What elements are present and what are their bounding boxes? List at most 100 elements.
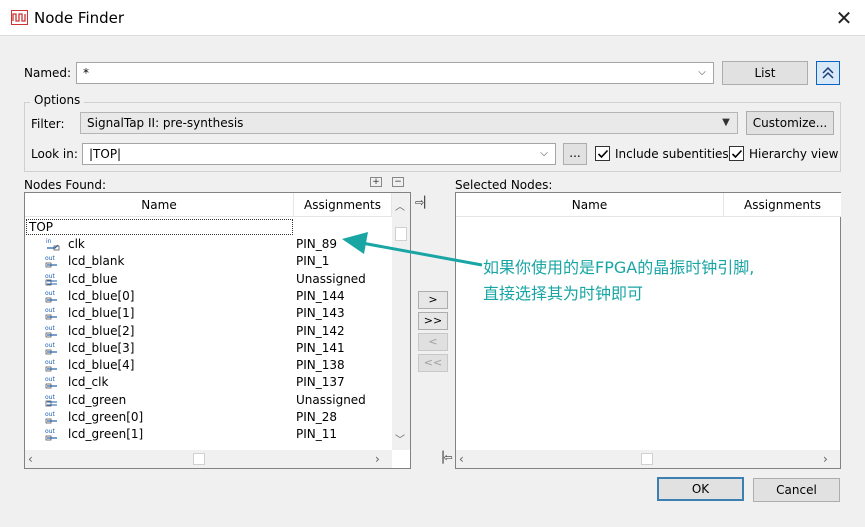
chevron-down-icon[interactable]: ⌵ — [537, 146, 551, 162]
window-title: Node Finder — [34, 9, 125, 27]
node-assignment: Unassigned — [296, 271, 366, 286]
node-name: lcd_green[0] — [68, 410, 144, 424]
checkmark-icon — [597, 149, 609, 159]
node-assignment: PIN_11 — [296, 427, 338, 442]
out-bus-icon: out — [45, 272, 61, 287]
table-row[interactable]: out lcd_blue[2] PIN_142 — [25, 323, 391, 340]
customize-button[interactable]: Customize... — [746, 111, 834, 135]
out-bus-icon: out — [45, 393, 61, 408]
lookin-value: |TOP| — [89, 147, 122, 161]
add-button[interactable]: > — [418, 291, 448, 309]
node-name: lcd_blue[2] — [68, 323, 135, 338]
title-bar: Node Finder ✕ — [0, 0, 865, 36]
annotation-line-1: 如果你使用的是FPGA的晶振时钟引脚, — [483, 258, 755, 277]
out-pin-icon: out — [45, 289, 61, 304]
remove-all-button[interactable]: << — [418, 354, 448, 372]
svg-text:out: out — [45, 325, 55, 332]
column-header-assignments[interactable]: Assignments — [724, 193, 841, 217]
table-row[interactable]: out lcd_blue[3] PIN_141 — [25, 340, 391, 357]
in-pin-icon: in — [45, 237, 61, 252]
scroll-right-icon[interactable]: › — [375, 452, 380, 466]
scroll-down-icon[interactable]: ﹀ — [395, 431, 405, 446]
filter-select[interactable]: SignalTap II: pre-synthesis ▼ — [80, 112, 738, 134]
svg-text:out: out — [45, 307, 55, 314]
table-row[interactable]: out lcd_blue[0] PIN_144 — [25, 288, 391, 305]
scroll-left-icon[interactable]: ‹ — [459, 452, 464, 466]
list-button[interactable]: List — [722, 61, 808, 85]
node-assignment: PIN_144 — [296, 288, 345, 303]
out-pin-icon: out — [45, 254, 61, 269]
collapse-all-icon[interactable]: − — [392, 177, 404, 187]
node-assignment: Unassigned — [296, 392, 366, 407]
chevron-down-icon[interactable]: ⌵ — [695, 65, 709, 81]
hierarchy-view-label: Hierarchy view — [749, 147, 839, 161]
scroll-left-icon[interactable]: ‹ — [28, 452, 33, 466]
scroll-thumb[interactable] — [395, 227, 407, 241]
out-pin-icon: out — [45, 375, 61, 390]
node-assignment: PIN_141 — [296, 340, 345, 355]
add-all-button[interactable]: >> — [418, 312, 448, 330]
pin-to-left-icon[interactable]: ▕⇦ — [435, 451, 453, 464]
table-row[interactable]: out lcd_blank PIN_1 — [25, 253, 391, 270]
checkmark-icon — [731, 149, 743, 159]
scroll-thumb[interactable] — [641, 453, 653, 465]
lookin-input[interactable]: |TOP| ⌵ — [82, 143, 556, 165]
vertical-scrollbar[interactable]: ︿ ﹀ — [392, 193, 410, 450]
hierarchy-view-checkbox[interactable] — [729, 146, 744, 161]
out-pin-icon: out — [45, 358, 61, 373]
table-row[interactable]: out lcd_green Unassigned — [25, 392, 391, 409]
table-row[interactable]: in clk PIN_89 — [25, 236, 391, 253]
table-row[interactable]: out lcd_blue[1] PIN_143 — [25, 305, 391, 322]
out-pin-icon: out — [45, 410, 61, 425]
dropdown-arrow-icon[interactable]: ▼ — [719, 115, 733, 131]
out-pin-icon: out — [45, 324, 61, 339]
column-header-assignments[interactable]: Assignments — [294, 193, 392, 217]
out-pin-icon: out — [45, 427, 61, 442]
node-name: lcd_green — [68, 392, 127, 407]
table-row[interactable]: out lcd_green[1] PIN_11 — [25, 426, 391, 443]
include-subentities-checkbox[interactable] — [595, 146, 610, 161]
out-pin-icon: out — [45, 306, 61, 321]
cancel-button[interactable]: Cancel — [753, 478, 840, 502]
selected-nodes-label: Selected Nodes: — [455, 178, 553, 192]
named-value: * — [83, 66, 89, 80]
svg-text:out: out — [45, 273, 55, 280]
browse-button[interactable]: ... — [563, 143, 587, 165]
column-header-name[interactable]: Name — [25, 193, 294, 217]
nodes-found-label: Nodes Found: — [24, 178, 107, 192]
tree-root[interactable]: TOP — [26, 219, 293, 235]
tree-root-label: TOP — [29, 220, 54, 234]
nodes-found-list[interactable]: Name Assignments TOP in clk PIN_89 out lcd_b… — [24, 192, 411, 469]
node-assignment: PIN_143 — [296, 306, 345, 321]
node-name: lcd_blue[3] — [68, 340, 135, 355]
app-icon — [11, 10, 28, 25]
node-name: clk — [68, 237, 85, 251]
horizontal-scrollbar[interactable]: ‹ › — [456, 450, 840, 468]
scroll-up-icon[interactable]: ︿ — [395, 198, 405, 213]
node-name: lcd_blue — [68, 271, 118, 286]
svg-text:out: out — [45, 428, 55, 435]
table-row[interactable]: out lcd_clk PIN_137 — [25, 374, 391, 391]
collapse-options-button[interactable] — [816, 61, 840, 85]
horizontal-scrollbar[interactable]: ‹ › — [25, 450, 392, 468]
table-row[interactable]: out lcd_blue[4] PIN_138 — [25, 357, 391, 374]
pin-to-right-icon[interactable]: ⇨▏ — [415, 196, 433, 209]
named-input[interactable]: * ⌵ — [76, 62, 714, 84]
node-assignment: PIN_1 — [296, 254, 330, 269]
node-assignment: PIN_138 — [296, 358, 345, 373]
close-icon[interactable]: ✕ — [830, 4, 858, 32]
expand-all-icon[interactable]: + — [370, 177, 382, 187]
table-row[interactable]: out lcd_blue Unassigned — [25, 271, 391, 288]
annotation-line-2: 直接选择其为时钟即可 — [483, 284, 644, 303]
scroll-right-icon[interactable]: › — [823, 452, 828, 466]
table-row[interactable]: out lcd_green[0] PIN_28 — [25, 409, 391, 426]
column-header-name[interactable]: Name — [456, 193, 724, 217]
ok-button[interactable]: OK — [657, 477, 744, 501]
filter-label: Filter: — [31, 117, 65, 131]
selected-nodes-list[interactable]: Name Assignments ‹ › — [455, 192, 841, 469]
node-assignment: PIN_89 — [296, 237, 338, 251]
svg-text:out: out — [45, 411, 55, 418]
svg-text:out: out — [45, 376, 55, 383]
scroll-thumb[interactable] — [193, 453, 205, 465]
remove-button[interactable]: < — [418, 333, 448, 351]
